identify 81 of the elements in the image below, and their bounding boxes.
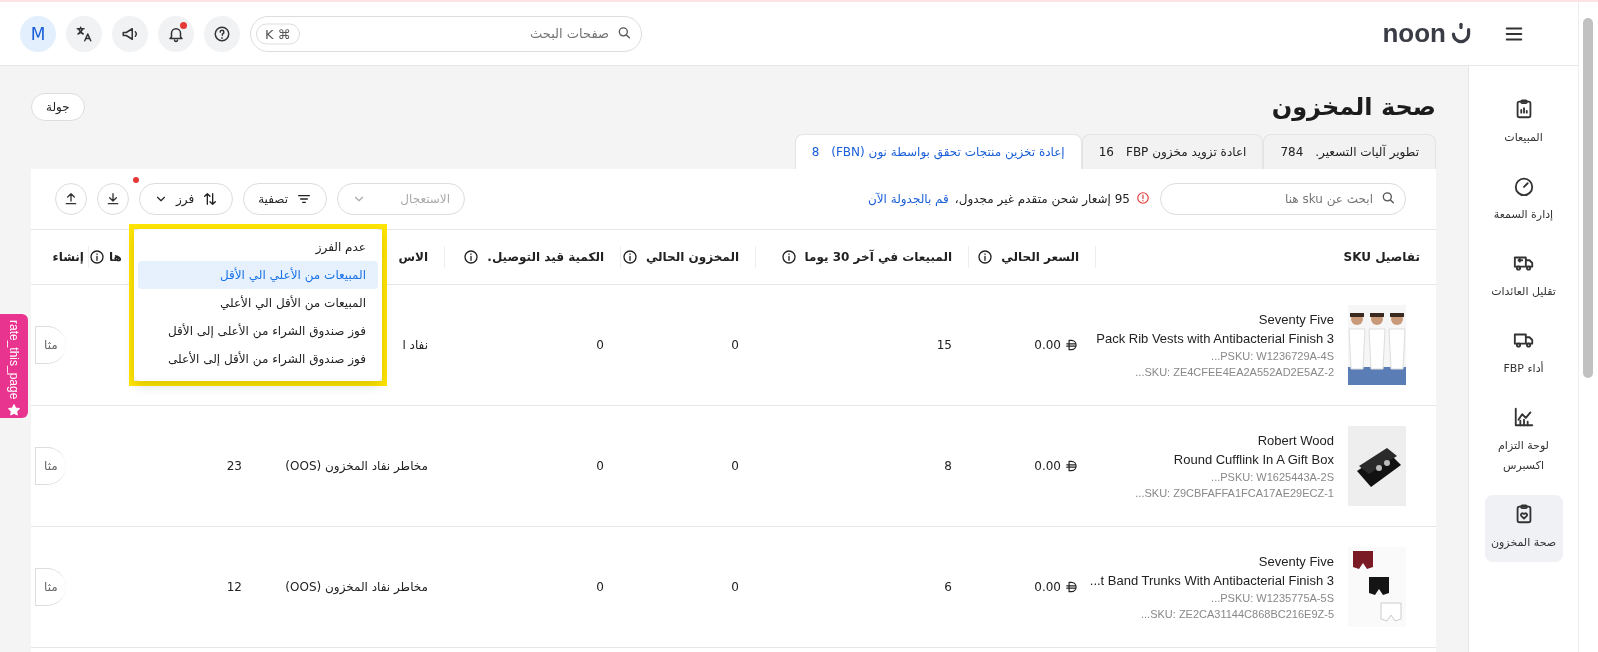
download-icon	[105, 191, 121, 207]
psku-text: ...PSKU: W1625443A-2S	[1211, 471, 1334, 483]
sku-search-field[interactable]: ابحث عن sku هنا	[1160, 183, 1406, 215]
table-cell: مخاطر نفاد المخزون (OOS)	[285, 459, 428, 473]
currency-icon	[1065, 459, 1079, 473]
download-button[interactable]	[97, 183, 129, 215]
price-text: 0.00	[1034, 338, 1061, 352]
column-header: المخزون الحالي	[645, 250, 739, 264]
table-cell: 0	[731, 580, 739, 594]
sidebar-item[interactable]: تقليل العائدات	[1484, 243, 1563, 311]
sort-option[interactable]: المبيعات من الأعلي الي الأقل	[138, 261, 378, 289]
column-header: المبيعات في آخر 30 يوما	[804, 250, 952, 264]
table-cell: 15	[936, 338, 952, 352]
table-cell: 23	[226, 459, 242, 473]
price-text: 0.00	[1034, 580, 1061, 594]
page-title: صحة المخزون	[1271, 93, 1436, 121]
action-button[interactable]: مثا	[35, 568, 66, 606]
sku-text: ...SKU: ZE2CA31144C868BC216E9Z-5	[1141, 608, 1334, 620]
sku-text: ...SKU: Z9CBFAFFA1FCA17AE29ECZ-1	[1135, 487, 1334, 499]
brand-name: Seventy Five	[1258, 312, 1334, 327]
search-icon	[1380, 189, 1396, 206]
sort-option[interactable]: عدم الفرز	[138, 233, 378, 261]
logo-text: noon	[1382, 18, 1446, 49]
sort-option[interactable]: فوز صندوق الشراء من الأقل إلى الأعلى	[138, 345, 378, 373]
table-cell: 8	[944, 459, 952, 473]
sidebar-item[interactable]: لوحة التزام اكسبرس	[1484, 397, 1563, 486]
scrollbar-thumb[interactable]	[1583, 18, 1593, 378]
star-icon	[7, 403, 21, 418]
sort-option[interactable]: فوز صندوق الشراء من الأعلى إلى الأقل	[138, 317, 378, 345]
column-header: تفاصيل SKU	[1343, 250, 1420, 264]
sort-icon	[202, 191, 219, 207]
chart-icon	[1512, 405, 1535, 428]
sort-option[interactable]: المبيعات من الأقل الي الأعلي	[138, 289, 378, 317]
column-header: السعر الحالي	[1001, 250, 1079, 264]
table-cell: 0	[596, 459, 604, 473]
psku-text: ...PSKU: W1235775A-5S	[1211, 592, 1334, 604]
search-icon	[616, 24, 632, 40]
schedule-link[interactable]: قم بالجدولة الآن	[867, 192, 949, 206]
table-cell: 0	[596, 338, 604, 352]
sidebar-item[interactable]: إدارة السمعة	[1484, 166, 1563, 234]
rate-page-tab[interactable]: rate_this_page	[0, 314, 28, 418]
upload-button[interactable]	[55, 183, 87, 215]
column-header: الكمية قيد التوصيل.	[487, 250, 604, 264]
sort-button[interactable]: فرز	[139, 183, 234, 215]
product-title: ...t Band Trunks With Antibacterial Finish 3	[1089, 573, 1334, 588]
action-button[interactable]: مثا	[35, 326, 66, 364]
currency-icon	[1065, 580, 1079, 594]
product-title: Pack Rib Vests with Antibacterial Finish 3	[1096, 331, 1334, 346]
price-text: 0.00	[1034, 459, 1061, 473]
help-icon	[213, 24, 231, 43]
help-button[interactable]	[204, 15, 240, 52]
translate-button[interactable]	[66, 15, 102, 52]
tour-button[interactable]: جولة	[31, 93, 85, 121]
currency-icon	[1065, 338, 1079, 352]
brand-name: Seventy Five	[1258, 554, 1334, 569]
upload-icon	[63, 191, 79, 207]
sidebar-item[interactable]: المبيعات	[1484, 90, 1563, 157]
announcement-button[interactable]	[112, 15, 148, 52]
psku-text: ...PSKU: W1236729A-4S	[1211, 350, 1334, 362]
sku-text: ...SKU: ZE4CFEE4EA2A552AD2E5AZ-2	[1135, 366, 1334, 378]
column-header: ها	[109, 250, 122, 264]
avatar-button[interactable]: M	[20, 15, 56, 52]
brand-name: Robert Wood	[1257, 433, 1334, 448]
alert-icon	[1136, 190, 1150, 205]
notice-text: 95 إشعار شحن متقدم غير مجدول،	[954, 192, 1130, 206]
table-cell: 0	[731, 459, 739, 473]
column-header: الاس	[398, 250, 428, 264]
table-cell: مخاطر نفاد المخزون (OOS)	[285, 580, 428, 594]
action-button[interactable]: مثا	[35, 447, 66, 485]
notification-button[interactable]	[158, 15, 194, 52]
table-cell: 12	[226, 580, 242, 594]
column-header: إنشاء	[52, 250, 84, 264]
table-cell: 0	[596, 580, 604, 594]
translate-icon	[75, 24, 93, 43]
sidebar-item[interactable]: أداء FBP	[1484, 320, 1563, 388]
table-cell: 6	[944, 580, 952, 594]
filter-button[interactable]: تصفية	[243, 183, 328, 215]
table-cell: نفاد ا	[402, 338, 428, 352]
product-title: Round Cufflink In A Gift Box	[1173, 452, 1334, 467]
table-cell: 0	[731, 338, 739, 352]
sidebar-item[interactable]: صحة المخزون	[1484, 495, 1563, 563]
